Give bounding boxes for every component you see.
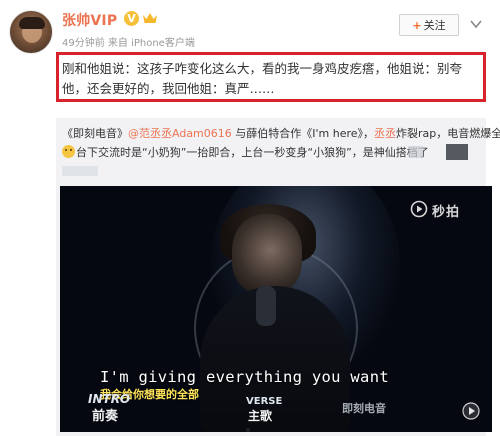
- plus-icon: +: [412, 19, 422, 32]
- chevron-down-icon[interactable]: [470, 19, 482, 29]
- subtitle-english: I'm giving everything you want: [100, 368, 389, 386]
- video-watermark: 秒拍: [410, 200, 486, 220]
- crown-icon: [143, 13, 157, 23]
- microphone: [256, 286, 276, 326]
- post-text: 刚和他姐说：这孩子咋变化这么大，看的我一身鸡皮疙瘩，他姐说：别夸他，还会更好的，…: [62, 61, 463, 96]
- name-link[interactable]: 丞丞: [374, 127, 396, 140]
- follow-label: 关注: [423, 19, 446, 32]
- miaopai-logo-icon: [410, 200, 428, 218]
- video-player[interactable]: 秒拍 I'm giving everything you want 我会给你想要…: [60, 186, 492, 432]
- verified-badge-icon: V: [124, 11, 139, 26]
- repost-suffix: 炸裂rap，电音燃爆全场: [396, 127, 500, 140]
- show-logo: 即刻电音: [342, 402, 386, 415]
- intro-tag-en: INTRO: [88, 392, 131, 406]
- verse-tag-en: VERSE: [246, 396, 283, 407]
- repost-rest: 台下交流时是“小奶狗”一抬即合，上台一秒变身“小狼狗”，是神仙搭档了: [76, 146, 429, 159]
- weibo-post: 张帅VIP V 49分钟前 来自 iPhone客户端 + 关注 刚和他姐说：这孩子…: [0, 0, 500, 436]
- redacted-block: [409, 146, 423, 158]
- repost-mid: 与薛伯特合作《I'm here》，: [231, 127, 375, 140]
- post-meta: 49分钟前 来自 iPhone客户端: [62, 38, 195, 49]
- repost-text-line-1: 《即刻电音》@范丞丞Adam0616 与薛伯特合作《I'm here》，丞丞炸裂…: [62, 126, 500, 142]
- intro-tag: INTRO 前奏: [88, 392, 134, 424]
- verse-tag: VERSE 主歌: [246, 396, 286, 424]
- post-header: 张帅VIP V 49分钟前 来自 iPhone客户端 + 关注: [0, 0, 500, 54]
- redacted-block: [62, 166, 98, 176]
- emoji-icon: [62, 145, 75, 158]
- verse-tag-cn: 主歌: [248, 409, 273, 423]
- repost-prefix: 《即刻电音》: [62, 127, 128, 140]
- progress-dot: [246, 428, 250, 432]
- follow-button[interactable]: + 关注: [399, 14, 459, 36]
- performer-head: [232, 214, 302, 294]
- avatar[interactable]: [9, 10, 53, 54]
- intro-tag-cn: 前奏: [92, 409, 119, 424]
- watermark-text: 秒拍: [432, 205, 461, 220]
- redacted-block: [446, 144, 468, 160]
- mention-link[interactable]: @范丞丞Adam0616: [128, 127, 232, 140]
- author-name[interactable]: 张帅VIP: [62, 10, 117, 30]
- avatar-hair: [19, 17, 45, 29]
- play-icon[interactable]: [462, 402, 480, 420]
